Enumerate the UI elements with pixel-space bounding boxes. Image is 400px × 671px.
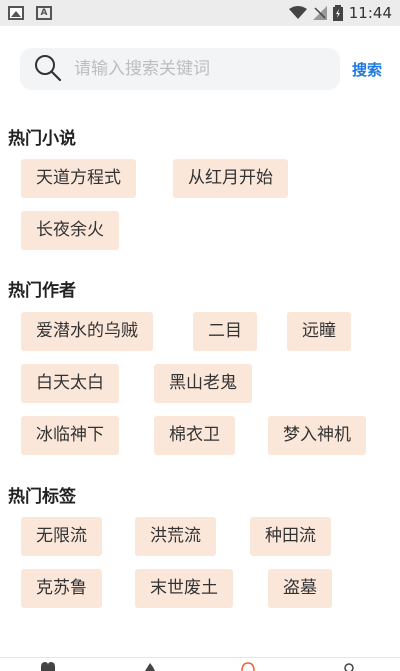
search-row: 搜索 bbox=[20, 48, 390, 90]
search-button[interactable]: 搜索 bbox=[352, 59, 382, 80]
signal-icon bbox=[312, 6, 327, 20]
tag-genre[interactable]: 无限流 bbox=[21, 517, 102, 556]
tag-author[interactable]: 棉衣卫 bbox=[154, 416, 235, 455]
status-time: 11:44 bbox=[348, 4, 392, 22]
tag-genre[interactable]: 盗墓 bbox=[268, 569, 332, 608]
bottom-nav bbox=[0, 657, 400, 671]
wifi-icon bbox=[288, 6, 307, 19]
circle-icon[interactable] bbox=[240, 661, 256, 671]
tag-author[interactable]: 二目 bbox=[193, 312, 257, 351]
tag-genre[interactable]: 洪荒流 bbox=[135, 517, 216, 556]
search-input[interactable] bbox=[74, 59, 304, 79]
tag-author[interactable]: 冰临神下 bbox=[21, 416, 119, 455]
tag-novel[interactable]: 从红月开始 bbox=[173, 159, 288, 198]
tag-author[interactable]: 黑山老鬼 bbox=[154, 364, 252, 403]
heart-icon[interactable] bbox=[40, 661, 56, 671]
section-title-tags: 热门标签 bbox=[8, 487, 76, 507]
tag-genre[interactable]: 克苏鲁 bbox=[21, 569, 102, 608]
tag-author[interactable]: 远瞳 bbox=[287, 312, 351, 351]
search-icon[interactable] bbox=[34, 54, 62, 82]
battery-icon bbox=[332, 5, 343, 21]
person-icon[interactable] bbox=[341, 661, 357, 671]
image-notification-icon bbox=[8, 6, 24, 20]
tag-genre[interactable]: 末世废土 bbox=[135, 569, 233, 608]
search-box[interactable] bbox=[20, 48, 340, 90]
tag-author[interactable]: 爱潜水的乌贼 bbox=[21, 312, 153, 351]
section-title-authors: 热门作者 bbox=[8, 281, 76, 301]
tag-author[interactable]: 白天太白 bbox=[21, 364, 119, 403]
a-notification-icon: A bbox=[36, 6, 52, 20]
tag-novel[interactable]: 长夜余火 bbox=[21, 211, 119, 250]
tag-novel[interactable]: 天道方程式 bbox=[21, 159, 136, 198]
status-bar: A 11:44 bbox=[0, 0, 400, 26]
flame-icon[interactable] bbox=[142, 661, 158, 671]
tag-genre[interactable]: 种田流 bbox=[250, 517, 331, 556]
tag-author[interactable]: 梦入神机 bbox=[268, 416, 366, 455]
section-title-novels: 热门小说 bbox=[8, 129, 76, 149]
